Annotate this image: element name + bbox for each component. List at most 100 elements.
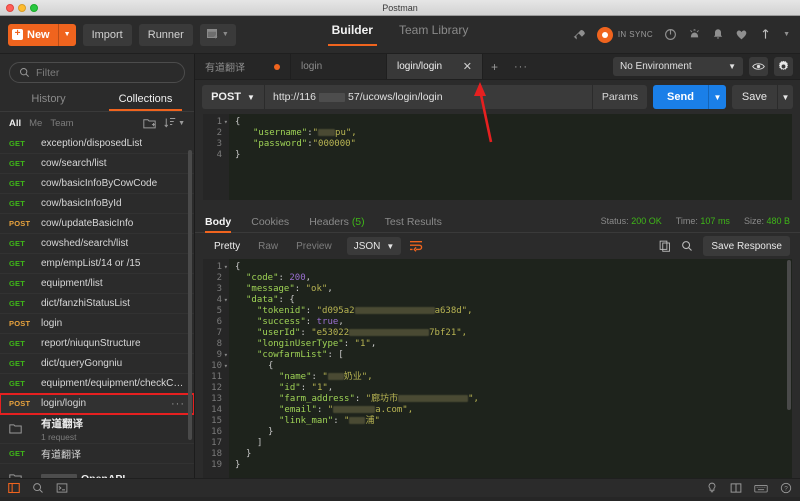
collection-request-item[interactable]: GET equipment/list <box>0 274 194 294</box>
broadcast-icon[interactable] <box>573 28 586 41</box>
format-pretty-button[interactable]: Pretty <box>205 241 249 252</box>
collection-folder-item[interactable]: OpenAPI <box>0 464 194 478</box>
notification-bell-icon[interactable] <box>712 28 724 41</box>
sync-icon <box>596 26 613 43</box>
response-scrollbar[interactable] <box>787 260 791 410</box>
save-response-button[interactable]: Save Response <box>703 236 790 256</box>
alarm-bell-icon[interactable] <box>688 28 701 41</box>
fold-icon[interactable]: ▾ <box>224 262 228 273</box>
new-tab-button[interactable]: + <box>483 54 506 79</box>
send-button-group: Send ▼ <box>653 85 726 109</box>
collection-request-item[interactable]: GET cow/basicInfoById <box>0 194 194 214</box>
sort-icon[interactable]: ▼ <box>164 117 185 129</box>
format-raw-button[interactable]: Raw <box>249 241 287 252</box>
new-button[interactable]: + New ▼ <box>8 23 76 46</box>
collection-request-item[interactable]: GET dict/queryGongniu <box>0 354 194 374</box>
keyboard-icon[interactable] <box>754 483 768 494</box>
response-tab-headers[interactable]: Headers (5) <box>309 209 364 233</box>
runner-button[interactable]: Runner <box>138 23 193 46</box>
code-token: "id" <box>279 383 301 393</box>
request-tab-youdao[interactable]: 有道翻译 <box>195 54 291 79</box>
request-tab-login[interactable]: login <box>291 54 387 79</box>
tab-builder[interactable]: Builder <box>327 23 378 46</box>
new-dropdown-caret-icon[interactable]: ▼ <box>57 23 76 46</box>
request-tab-bar: 有道翻译 login login/login ✕ + ··· No Enviro… <box>195 54 800 80</box>
code-token: "email" <box>279 405 317 415</box>
console-icon[interactable] <box>56 482 68 494</box>
sidebar-toggle-icon[interactable] <box>8 482 20 494</box>
collection-folder-item[interactable]: 有道翻译 1 request <box>0 414 194 444</box>
upload-caret-icon[interactable]: ▼ <box>783 31 790 38</box>
request-body-editor[interactable]: 1 ▾ 2 3 4 { "username":" pu", "password":"… <box>203 114 792 200</box>
request-method-badge: GET <box>9 179 26 188</box>
format-preview-button[interactable]: Preview <box>287 241 341 252</box>
filter-input[interactable]: Filter <box>9 62 185 83</box>
http-method-select[interactable]: POST ▼ <box>202 85 264 109</box>
bulb-icon[interactable] <box>706 482 718 494</box>
search-icon[interactable] <box>681 240 693 252</box>
send-options-caret-icon[interactable]: ▼ <box>707 85 726 109</box>
environment-quick-look-button[interactable] <box>749 57 768 76</box>
collection-request-item[interactable]: GET exception/disposedList <box>0 134 194 154</box>
environment-select[interactable]: No Environment ▼ <box>613 57 743 76</box>
collection-request-item[interactable]: GET 有道翻译 <box>0 444 194 464</box>
help-icon[interactable]: ? <box>780 482 792 494</box>
url-input[interactable]: http://116 57/ucows/login/login <box>264 85 592 109</box>
scope-filter-me[interactable]: Me <box>29 118 42 129</box>
collection-request-item[interactable]: POST login <box>0 314 194 334</box>
collection-list[interactable]: GET exception/disposedList GET cow/search/l… <box>0 134 194 478</box>
request-method-badge: GET <box>9 299 26 308</box>
tab-team-library[interactable]: Team Library <box>399 23 468 46</box>
response-language-select[interactable]: JSON ▼ <box>346 237 402 255</box>
fold-icon[interactable]: ▾ <box>224 295 228 306</box>
folder-name: OpenAPI <box>41 473 125 478</box>
save-options-caret-icon[interactable]: ▼ <box>777 85 793 109</box>
collection-request-item[interactable]: POST login/login ··· <box>0 393 194 415</box>
sidebar-tab-collections[interactable]: Collections <box>97 89 194 111</box>
search-icon[interactable] <box>32 482 44 494</box>
refresh-icon[interactable] <box>664 28 677 41</box>
response-tab-body[interactable]: Body <box>205 209 232 233</box>
params-button[interactable]: Params <box>591 85 648 109</box>
response-tab-cookies[interactable]: Cookies <box>251 209 289 233</box>
collection-request-item[interactable]: GET cow/search/list <box>0 154 194 174</box>
new-window-button[interactable]: + ▼ <box>199 23 236 46</box>
url-prefix: http://116 <box>273 91 317 103</box>
scope-filter-team[interactable]: Team <box>50 118 73 129</box>
sync-status[interactable]: IN SYNC <box>596 26 654 43</box>
response-tab-test-results[interactable]: Test Results <box>385 209 442 233</box>
manage-environments-button[interactable] <box>774 57 793 76</box>
word-wrap-toggle[interactable] <box>409 240 423 252</box>
sidebar-tab-history[interactable]: History <box>0 89 97 111</box>
fold-icon[interactable]: ▾ <box>224 350 228 361</box>
new-folder-icon[interactable] <box>143 117 156 129</box>
collection-request-item[interactable]: GET cowshed/search/list <box>0 234 194 254</box>
collection-request-item[interactable]: POST cow/updateBasicInfo <box>0 214 194 234</box>
fold-icon[interactable]: ▾ <box>224 361 228 372</box>
collection-request-item[interactable]: GET cow/basicInfoByCowCode <box>0 174 194 194</box>
fold-icon[interactable]: ▾ <box>224 117 228 128</box>
collection-request-item[interactable]: GET equipment/equipment/checkCowfa... <box>0 374 194 394</box>
collection-request-item[interactable]: GET report/niuqunStructure <box>0 334 194 354</box>
heart-icon[interactable] <box>735 28 748 41</box>
line-number: 6 <box>216 317 222 327</box>
upload-icon[interactable] <box>759 28 772 41</box>
collection-request-item[interactable]: GET emp/empList/14 or /15 <box>0 254 194 274</box>
save-button[interactable]: Save <box>731 85 777 109</box>
response-body-editor[interactable]: 1 ▾ 2 3 4 ▾ 5 6 7 8 9 ▾ 10 ▾ 11 12 13 14 15 16 17 18 19 {"code… <box>203 259 792 478</box>
layout-icon[interactable] <box>730 482 742 494</box>
import-button[interactable]: Import <box>82 23 132 46</box>
request-name: equipment/list <box>41 278 103 289</box>
request-options-button[interactable]: ··· <box>171 398 185 410</box>
request-body-code[interactable]: { "username":" pu", "password":"000000" } <box>229 114 792 200</box>
send-button[interactable]: Send <box>653 85 708 109</box>
scope-filter-all[interactable]: All <box>9 118 21 129</box>
tab-options-button[interactable]: ··· <box>506 54 536 79</box>
close-tab-button[interactable]: ✕ <box>463 60 472 73</box>
copy-icon[interactable] <box>659 240 671 252</box>
request-tab-login-login[interactable]: login/login ✕ <box>387 54 483 79</box>
response-body-code[interactable]: {"code": 200, "message": "ok", "data": {"t… <box>229 259 792 478</box>
collection-request-item[interactable]: GET dict/fanzhiStatusList <box>0 294 194 314</box>
sync-status-label: IN SYNC <box>617 30 654 39</box>
sidebar-scrollbar[interactable] <box>188 150 192 440</box>
